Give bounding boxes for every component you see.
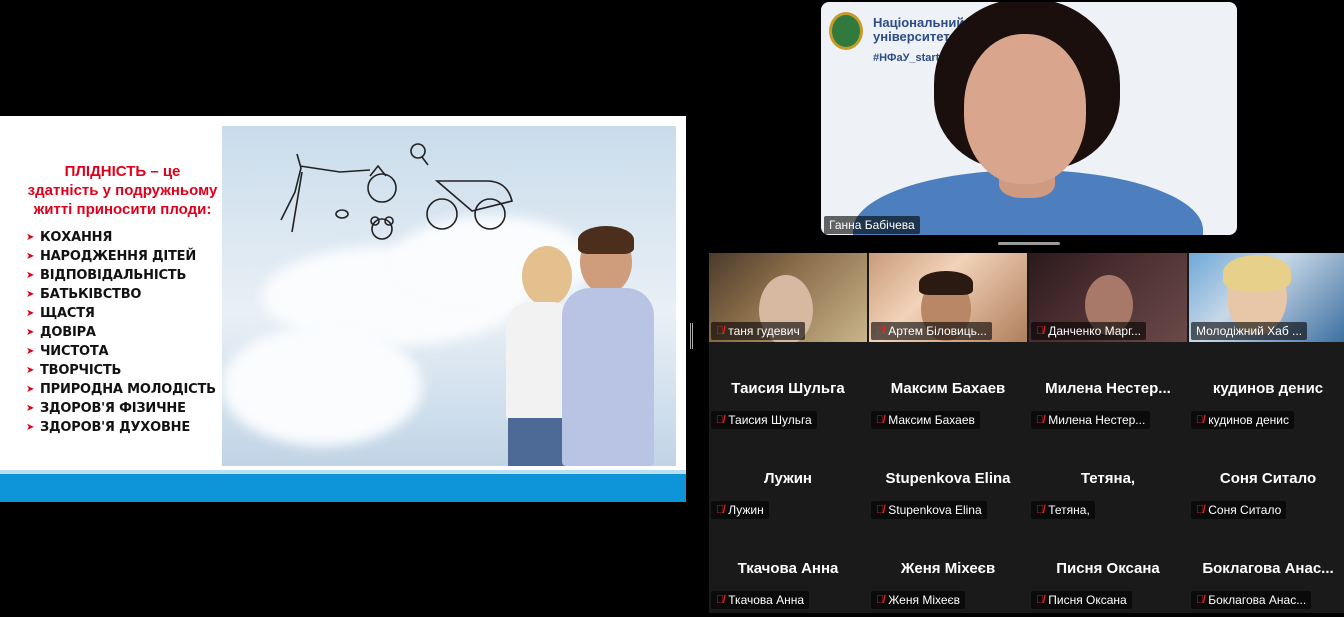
- arrow-bullet-icon: ➤: [26, 308, 35, 319]
- participant-tile[interactable]: Stupenkova Elina: [869, 433, 1027, 522]
- participant-tile[interactable]: Максим Бахаев: [869, 343, 1027, 432]
- participant-name-tag: Молодіжний Хаб ...: [1191, 322, 1308, 340]
- list-item: ➤ ЗДОРОВ'Я ФІЗИЧНЕ: [20, 399, 225, 418]
- list-item: ➤ КОХАННЯ: [20, 228, 225, 247]
- speaker-face: [964, 34, 1086, 184]
- participant-display-name: Писня Оксана: [1056, 560, 1160, 577]
- participant-display-name: Милена Нестер...: [1045, 380, 1171, 397]
- mic-off-icon: 🎙̸: [876, 325, 885, 337]
- participant-tile[interactable]: Женя Міхеєв: [869, 523, 1027, 612]
- man-hair-icon: [578, 226, 634, 254]
- participant-tile[interactable]: Тетяна,: [1029, 433, 1187, 522]
- list-item: ➤ ЧИСТОТА: [20, 342, 225, 361]
- resize-handle[interactable]: [690, 323, 693, 349]
- participant-display-name: Тетяна,: [1080, 470, 1136, 487]
- panel-drag-handle[interactable]: [998, 242, 1060, 245]
- participant-tile[interactable]: Боклагова Анас...: [1189, 523, 1344, 612]
- mic-off-icon: 🎙̸: [1036, 325, 1045, 337]
- arrow-bullet-icon: ➤: [26, 251, 35, 262]
- participant-display-name: Соня Ситало: [1219, 470, 1317, 487]
- list-item: ➤ ДОВІРА: [20, 323, 225, 342]
- participant-display-name: Женя Міхеєв: [900, 560, 996, 577]
- arrow-bullet-icon: ➤: [26, 232, 35, 243]
- participant-tile[interactable]: Лужин: [709, 433, 867, 522]
- participant-tile[interactable]: Писня Оксана: [1029, 523, 1187, 612]
- list-item: ➤ ЩАСТЯ: [20, 304, 225, 323]
- banner-hashtag: #НФаУ_start: [873, 52, 940, 64]
- participant-tile[interactable]: кудинов денис: [1189, 343, 1344, 432]
- participant-display-name: Лужин: [764, 470, 812, 487]
- arrow-bullet-icon: ➤: [26, 384, 35, 395]
- list-item: ➤ БАТЬКІВСТВО: [20, 285, 225, 304]
- list-item: ➤ ПРИРОДНА МОЛОДІСТЬ: [20, 380, 225, 399]
- participant-grid: 🎙̸ таня гудевич 🎙̸ Артем Біловиць... 🎙̸ Дан…: [709, 253, 1344, 613]
- list-item: ➤ ВІДПОВІДАЛЬНІСТЬ: [20, 266, 225, 285]
- participant-display-name: Ткачова Анна: [737, 560, 839, 577]
- arrow-bullet-icon: ➤: [26, 365, 35, 376]
- participant-tile[interactable]: 🎙̸ Данченко Марг...: [1029, 253, 1187, 342]
- arrow-bullet-icon: ➤: [26, 289, 35, 300]
- slide-footer-band: [0, 474, 686, 502]
- participant-name-tag: 🎙̸ таня гудевич: [711, 322, 805, 340]
- arrow-bullet-icon: ➤: [26, 422, 35, 433]
- participant-tile[interactable]: 🎙̸ Артем Біловиць...: [869, 253, 1027, 342]
- participant-name-tag: 🎙̸ Данченко Марг...: [1031, 322, 1147, 340]
- banner-line-2: університет: [873, 29, 950, 44]
- participant-display-name: Таисия Шульга: [731, 380, 845, 397]
- arrow-bullet-icon: ➤: [26, 346, 35, 357]
- mic-off-icon: 🎙̸: [716, 325, 725, 337]
- arrow-bullet-icon: ➤: [26, 327, 35, 338]
- man-shirt-icon: [562, 288, 654, 466]
- arrow-bullet-icon: ➤: [26, 270, 35, 281]
- participant-tile[interactable]: Милена Нестер...: [1029, 343, 1187, 432]
- participant-display-name: Боклагова Анас...: [1202, 560, 1334, 577]
- shared-screen-slide: ПЛІДНІСТЬ – це здатність у подружньому ж…: [0, 116, 686, 502]
- list-item: ➤ ТВОРЧІСТЬ: [20, 361, 225, 380]
- banner-line-1: Національний: [873, 15, 965, 30]
- participant-tile[interactable]: Таисия Шульга: [709, 343, 867, 432]
- participant-display-name: Максим Бахаев: [890, 380, 1006, 397]
- slide-subtitle: здатність у подружньому житті приносити …: [27, 182, 218, 218]
- slide-text-block: ПЛІДНІСТЬ – це здатність у подружньому ж…: [20, 162, 225, 437]
- participant-display-name: Stupenkova Elina: [885, 470, 1011, 487]
- participant-tile[interactable]: Соня Ситало: [1189, 433, 1344, 522]
- speaker-name-tag: Ганна Бабічева: [824, 216, 920, 234]
- slide-title: ПЛІДНІСТЬ – це: [64, 163, 181, 180]
- active-speaker-video[interactable]: Національний університет #НФаУ_start Ган…: [821, 2, 1237, 235]
- slide-list: ➤ КОХАННЯ ➤ НАРОДЖЕННЯ ДІТЕЙ ➤ ВІДПОВІДАЛЬН…: [20, 228, 225, 437]
- participant-tile[interactable]: Ткачова Анна: [709, 523, 867, 612]
- list-item: ➤ ЗДОРОВ'Я ДУХОВНЕ: [20, 418, 225, 437]
- participant-display-name: кудинов денис: [1212, 380, 1324, 397]
- woman-head-icon: [522, 246, 572, 306]
- university-logo-icon: [829, 12, 863, 50]
- couple-photo: [222, 126, 676, 466]
- arrow-bullet-icon: ➤: [26, 403, 35, 414]
- list-item: ➤ НАРОДЖЕННЯ ДІТЕЙ: [20, 247, 225, 266]
- participant-tile[interactable]: 🎙̸ таня гудевич: [709, 253, 867, 342]
- participant-name-tag: 🎙̸ Артем Біловиць...: [871, 322, 992, 340]
- participant-tile[interactable]: Молодіжний Хаб ...: [1189, 253, 1344, 342]
- woman-jeans-icon: [508, 418, 568, 466]
